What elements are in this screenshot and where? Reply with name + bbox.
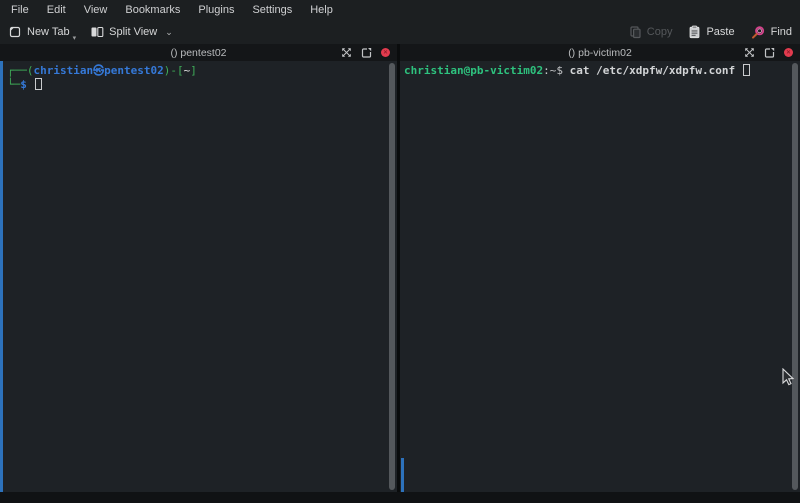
close-pane-button[interactable]: ✕ bbox=[381, 48, 390, 57]
prompt-frame-mid: )-[ bbox=[164, 64, 184, 77]
new-tab-button[interactable]: New Tab ▾ bbox=[8, 21, 76, 43]
menu-plugins[interactable]: Plugins bbox=[189, 0, 243, 20]
prompt-char: $ bbox=[556, 64, 569, 77]
pane-header-pentest02[interactable]: () pentest02 bbox=[0, 44, 397, 61]
detach-pane-icon[interactable] bbox=[764, 47, 775, 58]
scrollbar-thumb[interactable] bbox=[389, 63, 395, 490]
active-pane-indicator bbox=[0, 61, 3, 492]
terminal-cursor bbox=[35, 78, 42, 90]
copy-button[interactable]: Copy bbox=[629, 21, 673, 43]
split-view-label: Split View bbox=[109, 26, 157, 38]
pane-pb-victim02: () pb-victim02 bbox=[400, 44, 800, 492]
paste-icon bbox=[688, 25, 701, 39]
terminal-cursor bbox=[743, 64, 750, 76]
prompt-frame-close: ] bbox=[190, 64, 197, 77]
new-tab-icon bbox=[8, 25, 22, 39]
split-view-container: () pentest02 bbox=[0, 44, 800, 492]
find-icon bbox=[751, 25, 766, 40]
close-pane-button[interactable]: ✕ bbox=[784, 48, 793, 57]
pane-title-pentest02: () pentest02 bbox=[0, 47, 397, 59]
window-bottom-edge bbox=[0, 492, 800, 503]
prompt-frame-bottom: └─ bbox=[7, 78, 20, 91]
terminal-pb-victim02[interactable]: christian@pb-victim02:~$ cat /etc/xdpfw/… bbox=[400, 61, 800, 492]
detach-pane-icon[interactable] bbox=[361, 47, 372, 58]
find-button[interactable]: Find bbox=[751, 21, 792, 43]
menu-edit[interactable]: Edit bbox=[38, 0, 75, 20]
close-pane-icon: ✕ bbox=[784, 48, 793, 57]
prompt-user: christian bbox=[34, 64, 94, 77]
new-tab-menu-caret: ▾ bbox=[73, 34, 77, 42]
pane-header-pb-victim02[interactable]: () pb-victim02 bbox=[400, 44, 800, 61]
pane-title-pb-victim02: () pb-victim02 bbox=[400, 47, 800, 59]
maximize-pane-icon[interactable] bbox=[744, 47, 755, 58]
prompt-host: pentest02 bbox=[104, 64, 164, 77]
prompt-user-host: christian@pb-victim02 bbox=[404, 64, 543, 77]
copy-icon bbox=[629, 25, 642, 39]
prompt-char: $ bbox=[20, 78, 27, 91]
terminal-pentest02[interactable]: ┌──(christian㉿pentest02)-[~] └─$ bbox=[0, 61, 397, 492]
menu-help[interactable]: Help bbox=[301, 0, 342, 20]
find-label: Find bbox=[771, 26, 792, 38]
scrollbar-pb-victim02[interactable] bbox=[791, 62, 799, 491]
split-view-icon bbox=[90, 25, 104, 39]
split-view-chevron-icon: ⌄ bbox=[165, 27, 173, 38]
terminal-output-pentest02: ┌──(christian㉿pentest02)-[~] └─$ bbox=[0, 61, 397, 92]
scrollbar-thumb[interactable] bbox=[792, 63, 798, 490]
menu-settings[interactable]: Settings bbox=[243, 0, 301, 20]
scroll-position-indicator bbox=[401, 458, 404, 492]
split-view-button[interactable]: Split View ⌄ bbox=[90, 21, 173, 43]
menubar: File Edit View Bookmarks Plugins Setting… bbox=[0, 0, 800, 20]
command-text: cat /etc/xdpfw/xdpfw.conf bbox=[570, 64, 742, 77]
pane-pentest02: () pentest02 bbox=[0, 44, 397, 492]
menu-bookmarks[interactable]: Bookmarks bbox=[116, 0, 189, 20]
menu-view[interactable]: View bbox=[75, 0, 117, 20]
copy-label: Copy bbox=[647, 26, 673, 38]
konsole-window: File Edit View Bookmarks Plugins Setting… bbox=[0, 0, 800, 503]
toolbar: New Tab ▾ Split View ⌄ bbox=[0, 20, 800, 44]
scrollbar-pentest02[interactable] bbox=[388, 62, 396, 491]
new-tab-label: New Tab bbox=[27, 26, 70, 38]
prompt-frame-open: ┌──( bbox=[7, 64, 34, 77]
paste-button[interactable]: Paste bbox=[688, 21, 734, 43]
prompt-colon: : bbox=[543, 64, 550, 77]
terminal-output-pb-victim02: christian@pb-victim02:~$ cat /etc/xdpfw/… bbox=[400, 61, 800, 78]
paste-label: Paste bbox=[706, 26, 734, 38]
menu-file[interactable]: File bbox=[2, 0, 38, 20]
close-pane-icon: ✕ bbox=[381, 48, 390, 57]
kali-at-symbol: ㉿ bbox=[93, 64, 104, 77]
maximize-pane-icon[interactable] bbox=[341, 47, 352, 58]
